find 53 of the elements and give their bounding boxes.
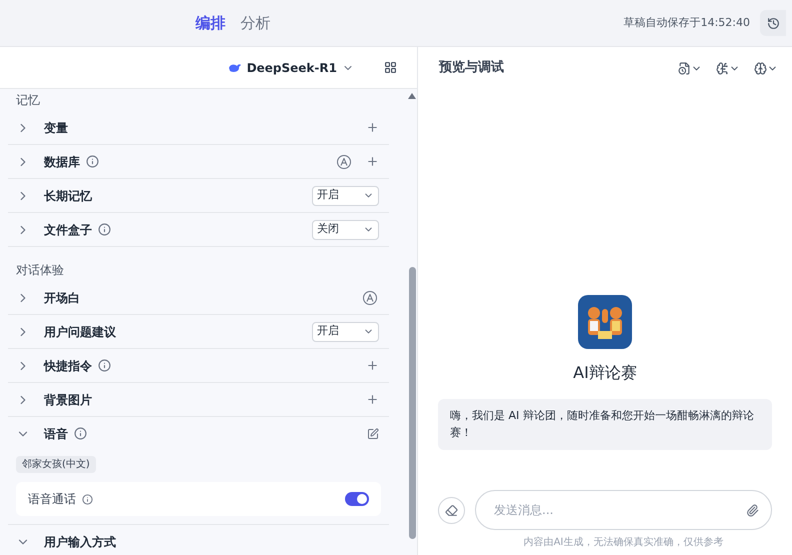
memory-dropdown[interactable] (716, 62, 740, 74)
row-label: 数据库 (44, 154, 80, 170)
row-label: 用户输入方式 (44, 534, 116, 550)
bot-avatar-drawing (578, 295, 632, 349)
top-tab[interactable]: 分析 (240, 12, 270, 34)
add-icon[interactable] (366, 359, 379, 372)
autosave-status: 草稿自动保存于14:52:40 (624, 14, 750, 31)
setting-label: 语音通话 (28, 491, 76, 508)
row-label: 背景图片 (44, 392, 92, 408)
bot-name: AI辩论赛 (573, 362, 637, 384)
section-title: 记忆 (15, 92, 41, 109)
attachment-icon[interactable] (746, 504, 759, 516)
edit-icon[interactable] (367, 428, 379, 440)
history-button[interactable] (760, 10, 786, 36)
row-label: 快捷指令 (44, 358, 92, 374)
grid-icon[interactable] (384, 61, 397, 74)
dropdown-select[interactable]: 开启 (312, 322, 379, 342)
section-title: 对话体验 (15, 262, 65, 279)
message-input[interactable]: 发送消息... (475, 490, 772, 530)
row-label: 用户问题建议 (44, 324, 116, 340)
panel-title: 预览与调试 (439, 59, 504, 78)
message-bubble: 嗨，我们是 AI 辩论团，随时准备和您开始一场酣畅淋漓的辩论赛！ (438, 399, 772, 450)
info-icon[interactable] (82, 494, 93, 504)
row-label: 语音 (44, 426, 68, 442)
row-label: 长期记忆 (44, 188, 92, 204)
message-input-field[interactable]: 发送消息... (494, 501, 746, 519)
voice-tag: 邻家女孩(中文) (16, 456, 96, 473)
info-icon[interactable] (86, 155, 99, 168)
row-label: 文件盒子 (44, 222, 92, 238)
add-icon[interactable] (366, 393, 379, 406)
info-icon[interactable] (74, 427, 87, 440)
dropdown-select[interactable]: 开启 (312, 186, 379, 206)
auto-icon[interactable] (363, 290, 377, 304)
add-icon[interactable] (366, 121, 379, 134)
model-selector[interactable]: DeepSeek-R1 (228, 58, 354, 76)
info-icon[interactable] (98, 223, 111, 236)
dropdown-select[interactable]: 关闭 (312, 220, 379, 240)
row-label: 开场白 (44, 290, 80, 306)
auto-icon[interactable] (337, 154, 351, 168)
history-icon (766, 16, 780, 30)
toggle-switch[interactable] (345, 492, 369, 506)
scroll-up-icon[interactable] (408, 93, 416, 99)
brain-icon (716, 62, 729, 74)
voice-dropdown[interactable] (754, 62, 778, 74)
record-dropdown[interactable] (678, 62, 702, 74)
eraser-icon (445, 504, 458, 516)
info-icon[interactable] (98, 359, 111, 372)
row-label: 变量 (44, 120, 68, 136)
top-tab[interactable]: 编排 (196, 12, 226, 34)
add-icon[interactable] (366, 155, 379, 168)
clear-button[interactable] (438, 496, 465, 524)
disclaimer: 内容由AI生成，无法确保真实准确，仅供参考 (522, 536, 724, 550)
document-clock-icon (678, 62, 691, 74)
